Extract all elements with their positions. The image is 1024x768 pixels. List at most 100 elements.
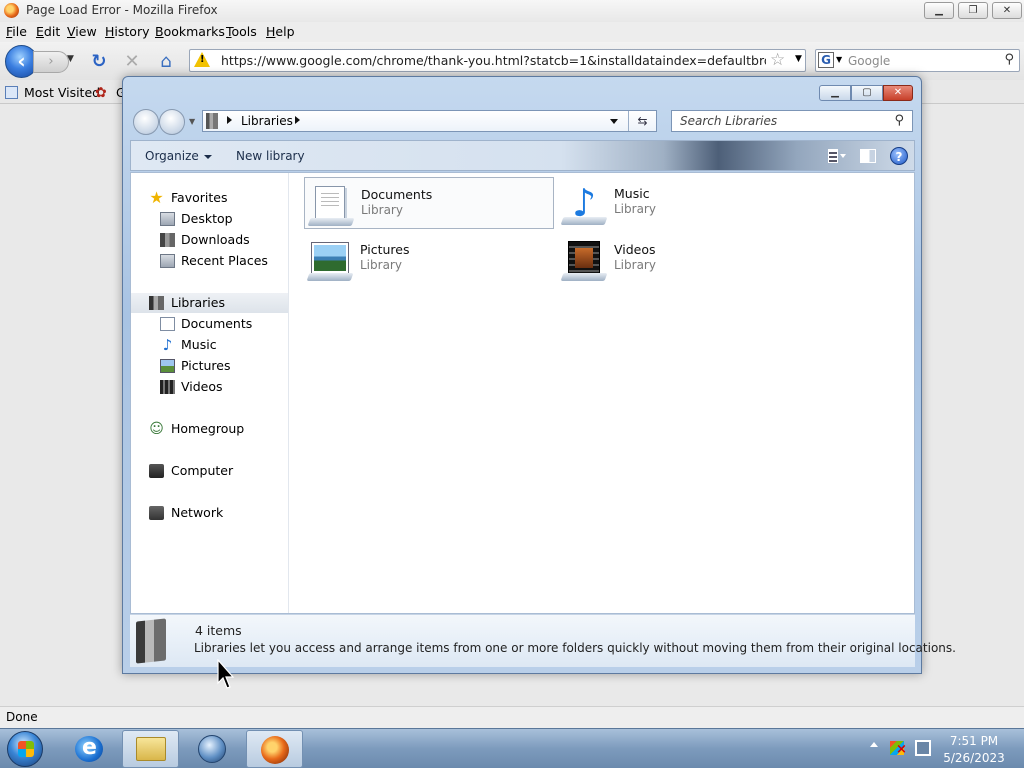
network-tray-icon[interactable] [915,740,931,756]
explorer-forward-button[interactable] [159,109,185,135]
most-visited-icon [5,86,18,99]
library-name: Music [614,186,650,201]
url-text[interactable]: https://www.google.com/chrome/thank-you.… [221,53,766,68]
preview-pane-icon[interactable] [860,149,876,163]
content-pane: Documents Library ♪ Music Library Pictur… [289,173,914,613]
explorer-close-button[interactable]: ✕ [883,85,913,101]
nav-label: Downloads [181,232,250,247]
clock-date[interactable]: 5/26/2023 [940,751,1008,765]
recent-places-icon [160,254,175,268]
search-engine-dropdown-icon[interactable]: ▼ [836,55,842,64]
menu-bookmarks[interactable]: Bookmarks [155,24,225,39]
status-text: Done [6,710,38,724]
documents-icon [160,317,175,331]
warning-icon [194,52,210,67]
library-name: Documents [361,187,433,202]
library-tile-pictures[interactable]: Pictures Library [304,233,554,285]
taskbar-firefox[interactable] [246,730,303,768]
desktop-icon [160,212,175,226]
nav-music[interactable]: ♪ Music [131,335,288,355]
minimize-button[interactable]: ▁ [924,2,954,19]
search-bar[interactable]: G ▼ Google ⚲ [815,49,1020,72]
new-library-button[interactable]: New library [236,149,305,163]
nav-documents[interactable]: Documents [131,314,288,334]
library-name: Videos [614,242,656,257]
action-center-flag-icon[interactable] [890,741,907,756]
forward-button[interactable]: › [33,51,69,73]
help-icon[interactable]: ? [890,147,908,165]
stop-icon[interactable]: ✕ [122,52,142,72]
nav-downloads[interactable]: Downloads [131,230,288,250]
window-controls: ▁ ❐ ✕ [924,2,1022,19]
internet-explorer-icon [75,735,103,762]
explorer-address-bar[interactable]: Libraries ⇆ [202,110,657,132]
breadcrumb-libraries[interactable]: Libraries [241,114,293,128]
change-view-icon[interactable] [828,149,838,163]
taskbar-internet-explorer[interactable] [61,730,118,768]
taskbar-media-player[interactable] [184,730,241,768]
documents-library-icon [307,184,355,226]
clock-time[interactable]: 7:51 PM [940,734,1008,748]
show-hidden-icons-icon[interactable] [870,742,878,747]
nav-favorites[interactable]: ★ Favorites [131,188,288,208]
explorer-body: ★ Favorites Desktop Downloads Recent Pla… [130,172,915,614]
windows-explorer-icon [136,737,166,761]
windows-logo-icon [7,731,43,767]
network-icon [149,506,164,520]
explorer-back-button[interactable] [133,109,159,135]
url-bar[interactable]: https://www.google.com/chrome/thank-you.… [189,49,806,72]
breadcrumb-arrow-icon[interactable] [295,116,300,124]
url-dropdown-icon[interactable]: ▼ [795,54,802,64]
nav-desktop[interactable]: Desktop [131,209,288,229]
bookmark-most-visited[interactable]: Most Visited [24,85,100,100]
pictures-library-icon [306,239,354,281]
nav-pictures[interactable]: Pictures [131,356,288,376]
menu-tools[interactable]: Tools [226,24,257,39]
library-tile-music[interactable]: ♪ Music Library [558,177,808,229]
nav-label: Network [171,505,224,520]
search-input[interactable]: Google [848,54,890,68]
history-dropdown-icon[interactable]: ▼ [67,54,74,64]
menu-help[interactable]: Help [266,24,295,39]
start-button[interactable] [3,730,49,768]
explorer-search-box[interactable]: Search Libraries ⚲ [671,110,913,132]
explorer-search-input[interactable]: Search Libraries [680,114,777,128]
restore-button[interactable]: ❐ [958,2,988,19]
nav-label: Documents [181,316,253,331]
music-note-icon: ♪ [162,336,173,354]
reload-icon[interactable]: ↻ [89,52,109,72]
library-tile-videos[interactable]: Videos Library [558,233,808,285]
downloads-icon [160,233,175,247]
nav-recent-places[interactable]: Recent Places [131,251,288,271]
taskbar-windows-explorer[interactable] [122,730,179,768]
bookmark-star-icon[interactable]: ☆ [770,50,785,70]
breadcrumb-arrow-icon[interactable] [227,116,232,124]
view-options-dropdown-icon[interactable] [840,154,846,158]
ladybug-icon: ✿ [95,85,107,101]
nav-label: Recent Places [181,253,268,268]
computer-icon [149,464,164,478]
address-dropdown-icon[interactable] [610,119,618,124]
library-tile-documents[interactable]: Documents Library [304,177,554,229]
library-type: Library [360,258,402,272]
refresh-button[interactable]: ⇆ [628,111,656,131]
nav-homegroup[interactable]: ☺ Homegroup [131,419,288,439]
menu-view[interactable]: View [67,24,97,39]
menu-edit[interactable]: Edit [36,24,60,39]
menu-file[interactable]: File [6,24,27,39]
explorer-search-icon[interactable]: ⚲ [894,113,904,128]
menu-history[interactable]: History [105,24,149,39]
explorer-minimize-button[interactable]: ▁ [819,85,851,101]
nav-videos[interactable]: Videos [131,377,288,397]
recent-locations-dropdown-icon[interactable]: ▼ [189,117,195,126]
firefox-icon [261,736,289,764]
explorer-maximize-button[interactable]: ▢ [851,85,883,101]
close-button[interactable]: ✕ [992,2,1022,19]
nav-computer[interactable]: Computer [131,461,288,481]
home-icon[interactable]: ⌂ [156,52,176,72]
google-search-engine-icon[interactable]: G [818,52,834,68]
organize-button[interactable]: Organize [145,149,212,163]
nav-libraries[interactable]: Libraries [131,293,288,313]
search-icon[interactable]: ⚲ [1004,52,1014,67]
nav-network[interactable]: Network [131,503,288,523]
